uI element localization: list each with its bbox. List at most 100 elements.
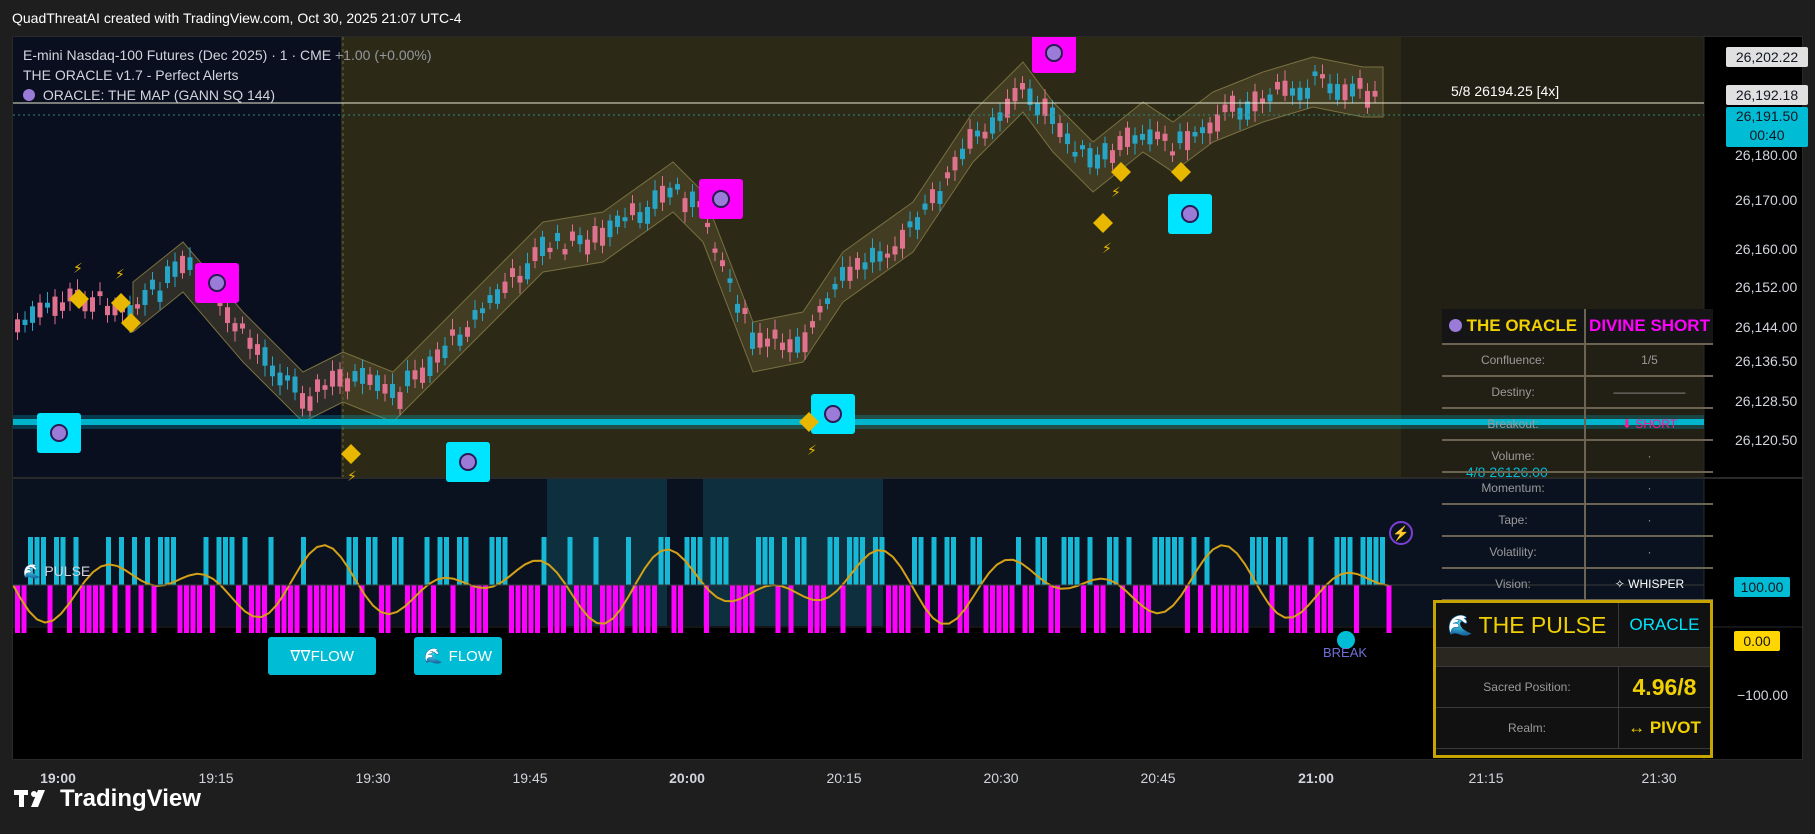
candle-body	[502, 281, 508, 293]
credit-text: QuadThreatAI created with TradingView.co…	[12, 10, 462, 26]
candle-body	[1132, 135, 1138, 144]
pulse-bar-bear	[1243, 585, 1249, 633]
pulse-bar-bull	[1172, 537, 1177, 585]
break-tag: BREAK	[1323, 645, 1368, 660]
flow-tag-2: 🌊 FLOW	[414, 637, 502, 675]
candle-body	[540, 236, 545, 256]
pulse-bar-bull	[834, 537, 839, 585]
candle-body	[1162, 133, 1168, 141]
pulse-bar-bear	[93, 585, 98, 633]
indicator-legend-2[interactable]: ORACLE: THE MAP (GANN SQ 144)	[23, 87, 275, 103]
candle-body	[1305, 87, 1310, 99]
pulse-bar-bear	[255, 585, 261, 633]
candle-body	[855, 258, 860, 270]
oracle-value-breakout: ⬇ SHORT	[1585, 408, 1713, 441]
pulse-bar-bull	[873, 537, 878, 585]
pulse-pane-title: PULSE	[44, 563, 91, 579]
pulse-bar-bear	[1230, 585, 1236, 633]
pulse-bar-bear	[1386, 585, 1392, 633]
pulse-bar-bull	[665, 537, 670, 585]
candle-body	[150, 279, 155, 290]
candle-body	[690, 191, 695, 208]
pulse-bar-bull	[1308, 537, 1314, 585]
candle-body	[585, 239, 590, 255]
tradingview-wordmark: TradingView	[60, 785, 201, 812]
candle-body	[915, 217, 920, 230]
bar-countdown: 00:40	[1749, 127, 1785, 143]
pulse-bar-bull	[1373, 537, 1379, 585]
candle-body	[660, 185, 665, 203]
pulse-value-position: 4.96/8	[1632, 673, 1697, 700]
pulse-bar-bull	[1126, 537, 1132, 585]
pulse-table-header: 🌊 THE PULSE ORACLE	[1436, 603, 1710, 648]
candle-body	[990, 117, 995, 134]
pulse-bar-bear	[340, 585, 345, 633]
candle-body	[285, 375, 290, 381]
pulse-bar-bear	[957, 585, 963, 633]
candle-body	[1357, 78, 1363, 89]
symbol-legend[interactable]: E-mini Nasdaq-100 Futures (Dec 2025) · 1…	[23, 47, 432, 63]
oracle-label-tape: Tape:	[1442, 504, 1586, 537]
candle-body	[795, 336, 800, 353]
candle-body	[1087, 148, 1093, 168]
candle-body	[375, 375, 380, 391]
indicator-legend-1[interactable]: THE ORACLE v1.7 - Perfect Alerts	[23, 67, 239, 83]
candle-body	[315, 379, 320, 392]
lightning-icon[interactable]: ⚡	[1389, 521, 1413, 545]
pulse-bar-bull	[372, 537, 378, 585]
flow-tag-1: ᐁᐁFLOW	[268, 637, 376, 675]
price-tick: 26,136.50	[1735, 353, 1798, 369]
flow-tag-1-text: ᐁᐁFLOW	[290, 648, 354, 665]
candle-body	[1215, 114, 1220, 132]
candle-body	[90, 297, 95, 312]
lightning-icon: ⚡	[115, 267, 125, 283]
candle-body	[480, 308, 485, 314]
candle-body	[1177, 131, 1183, 144]
candle-body	[292, 376, 298, 393]
pulse-bar-bear	[587, 585, 592, 633]
candle-body	[675, 184, 680, 190]
candle-body	[525, 263, 530, 280]
candle-body	[510, 268, 515, 278]
pulse-bar-bear	[1133, 585, 1138, 633]
candle-body	[225, 307, 230, 324]
candle-body	[307, 396, 313, 411]
lightning-icon: ⚡	[73, 261, 83, 277]
candle-body	[712, 248, 718, 253]
candle-body	[802, 332, 808, 353]
pulse-bar-bear	[190, 585, 196, 633]
pulse-bar-bull	[203, 537, 209, 585]
price-tick: 26,144.00	[1735, 319, 1798, 335]
time-tick: 19:15	[198, 770, 234, 786]
pulse-pane-legend[interactable]: 🌊 PULSE	[23, 563, 90, 580]
crystal-ball-icon	[23, 89, 35, 101]
candle-body	[810, 321, 815, 328]
crystal-ball-icon	[1448, 319, 1462, 332]
tradingview-branding[interactable]: TradingView	[14, 785, 201, 813]
pulse-bar-bull	[626, 537, 631, 585]
candle-body	[922, 203, 928, 210]
candle-body	[330, 370, 335, 387]
pulse-bar-bull	[366, 537, 371, 585]
pulse-bar-bull	[1068, 537, 1073, 585]
pulse-bar-bull	[801, 537, 807, 585]
candle-body	[952, 156, 958, 171]
oracle-label-breakout: Breakout:	[1442, 408, 1586, 441]
pulse-bar-bear	[678, 585, 683, 633]
pulse-bar-bear	[788, 585, 794, 633]
time-tick: 19:45	[512, 770, 548, 786]
pulse-bar-bear	[892, 585, 898, 633]
time-tick: 20:45	[1140, 770, 1176, 786]
candle-body	[787, 339, 793, 353]
pulse-bar-bull	[158, 537, 163, 585]
chart-frame[interactable]: ⚡ ⚡ ⚡ ⚡ ⚡ ⚡ E-mini Nasdaq-100 Futures (Dec 20…	[12, 36, 1808, 786]
oracle-signal: DIVINE SHORT	[1585, 309, 1713, 345]
candle-body	[22, 319, 28, 325]
pulse-bar-bear	[67, 585, 72, 633]
candle-body	[1095, 154, 1100, 169]
candle-body	[1320, 74, 1325, 79]
candle-body	[1080, 145, 1085, 150]
candle-body	[960, 148, 965, 160]
pulse-label-position: Sacred Position:	[1436, 667, 1619, 707]
pulse-bar-bear	[1022, 585, 1028, 633]
